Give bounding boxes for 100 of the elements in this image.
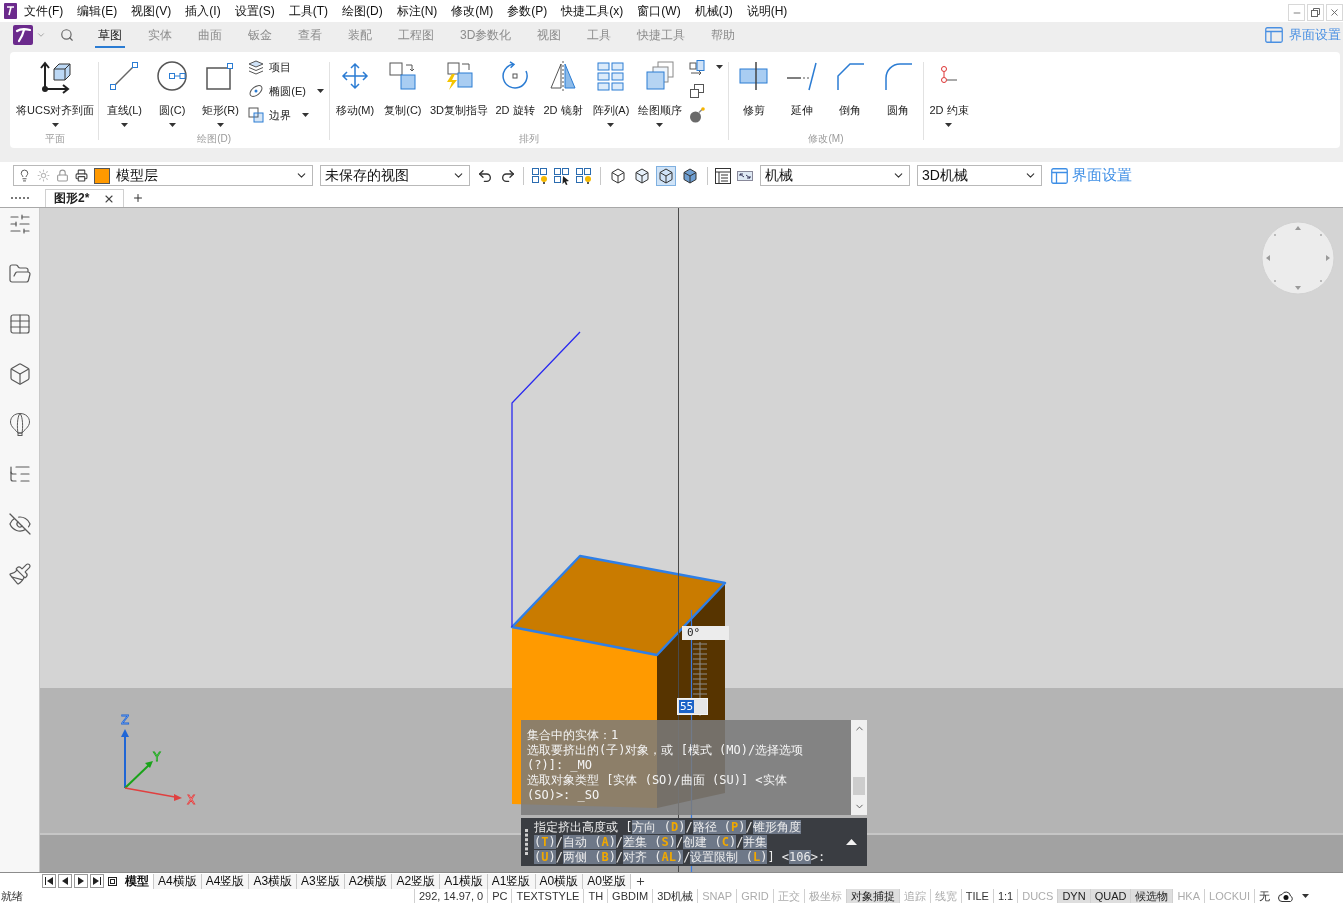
status-item[interactable]: GBDIM — [607, 889, 653, 903]
menu-item[interactable]: 修改(M) — [446, 0, 499, 22]
layout-tab[interactable]: A3横版 — [249, 873, 298, 889]
balloon-icon[interactable] — [8, 412, 31, 436]
paintbrush-icon[interactable] — [7, 562, 32, 586]
menu-item[interactable]: 绘图(D) — [337, 0, 388, 22]
status-item[interactable]: 1:1 — [992, 889, 1018, 903]
ribbon-button[interactable]: 修剪 — [731, 55, 776, 131]
table-icon[interactable] — [7, 312, 32, 336]
ribbon-button[interactable]: 边界 — [246, 103, 326, 127]
triangle-up-icon[interactable] — [846, 839, 857, 845]
command-option-link[interactable]: 设置限制 (L) — [690, 849, 768, 864]
ribbon-button[interactable]: 3D复制指导 — [428, 55, 489, 131]
layout-tab[interactable]: A1竖版 — [487, 873, 536, 889]
eye-off-icon[interactable] — [7, 512, 32, 536]
interface-settings-link[interactable]: 界面设置 — [1051, 166, 1132, 185]
menu-item[interactable]: 参数(P) — [502, 0, 553, 22]
command-option-link[interactable]: 两侧 (B) — [562, 849, 616, 864]
menu-item[interactable]: 机械(J) — [689, 0, 738, 22]
command-option-link[interactable]: (U) — [534, 849, 556, 864]
redo-icon[interactable] — [500, 167, 516, 184]
menu-item[interactable]: 标注(N) — [391, 0, 443, 22]
command-option-link[interactable]: 创建 (C) — [683, 834, 737, 849]
caret-icon[interactable] — [1302, 894, 1309, 898]
ribbon-button[interactable]: 将UCS对齐到面 — [15, 55, 96, 131]
plus-icon[interactable] — [634, 875, 646, 887]
document-tab[interactable]: 图形2* — [45, 189, 125, 207]
ribbon-button[interactable]: 直线(L) — [102, 55, 147, 131]
ribbon-button[interactable]: 2D 镜射 — [540, 55, 585, 131]
plus-icon[interactable] — [132, 192, 145, 204]
menu-item[interactable]: 窗口(W) — [632, 0, 686, 22]
ribbon-button[interactable]: 2D 约束 — [926, 55, 971, 131]
close-button[interactable] — [1326, 4, 1343, 21]
layout-tab[interactable]: A4横版 — [154, 873, 202, 889]
scrollbar[interactable] — [851, 720, 867, 815]
status-item[interactable]: TH — [583, 889, 608, 903]
app-logo-icon[interactable] — [13, 25, 33, 45]
next-layout-button[interactable] — [74, 874, 88, 888]
ribbon-tab[interactable]: 草图 — [95, 22, 125, 48]
layout-tab[interactable]: A2竖版 — [392, 873, 441, 889]
layout-tab[interactable]: A0竖版 — [583, 873, 631, 889]
menu-item[interactable]: 插入(I) — [180, 0, 226, 22]
ribbon-button[interactable]: 圆角 — [875, 55, 920, 131]
status-item[interactable]: PC — [487, 889, 512, 903]
first-layout-button[interactable] — [42, 874, 56, 888]
status-item[interactable]: 无 — [1254, 889, 1274, 903]
status-toggle[interactable]: 候选物 — [1130, 889, 1173, 903]
app-icon[interactable] — [4, 3, 17, 19]
undo-icon[interactable] — [477, 167, 493, 184]
search-icon[interactable] — [60, 28, 74, 42]
restore-button[interactable] — [1307, 4, 1324, 21]
status-toggle[interactable]: DYN — [1057, 889, 1090, 903]
ribbon-button[interactable]: 2D 旋转 — [492, 55, 537, 131]
command-option-link[interactable]: 方向 (D) — [632, 819, 686, 834]
command-option-link[interactable]: 差集 (S) — [623, 834, 676, 849]
window-list-icon[interactable] — [715, 167, 731, 184]
command-option-link[interactable]: 106 — [789, 849, 811, 864]
ribbon-button[interactable]: 复制(C) — [380, 55, 425, 131]
last-layout-button[interactable] — [90, 874, 104, 888]
status-item[interactable]: 3D机械 — [652, 889, 698, 903]
layout-tab[interactable]: A1横版 — [440, 873, 488, 889]
cube-icon[interactable] — [7, 362, 32, 386]
command-option-link[interactable]: (T) — [534, 834, 556, 849]
grid-cursor-icon[interactable] — [553, 166, 571, 185]
lock-icon[interactable] — [56, 169, 69, 182]
ribbon-button[interactable]: 椭圆(E) — [246, 79, 326, 103]
layout-tab[interactable]: 模型 — [121, 873, 154, 889]
layout-tab[interactable]: A2横版 — [344, 873, 393, 889]
printer-icon[interactable] — [75, 169, 88, 182]
bulb-icon[interactable] — [18, 169, 31, 182]
menu-item[interactable]: 说明(H) — [741, 0, 793, 22]
ribbon-button[interactable]: 移动(M) — [332, 55, 377, 131]
eye-icon[interactable] — [1278, 890, 1294, 902]
profile-dropdown[interactable]: 3D机械 — [917, 165, 1042, 186]
menu-item[interactable]: 视图(V) — [126, 0, 177, 22]
grid-bulb-icon[interactable] — [575, 166, 593, 185]
layout-tab[interactable]: A3竖版 — [297, 873, 345, 889]
command-option-link[interactable]: 锥形角度 — [752, 819, 801, 834]
layout-tab[interactable]: A4竖版 — [201, 873, 250, 889]
nested-squares-icon[interactable] — [108, 876, 117, 886]
menu-item[interactable]: 工具(T) — [283, 0, 333, 22]
grid-bulb-icon[interactable] — [531, 166, 549, 185]
menu-item[interactable]: 快捷工具(x) — [556, 0, 629, 22]
ribbon-button[interactable]: 圆(C) — [150, 55, 195, 131]
command-option-link[interactable]: 并集 — [743, 834, 768, 849]
status-item[interactable]: TILE — [960, 889, 993, 903]
status-item[interactable]: TEXTSTYLE — [511, 889, 584, 903]
ribbon-button[interactable]: 绘图顺序 — [636, 55, 683, 131]
command-option-link[interactable]: 对齐 (AL) — [623, 849, 684, 864]
command-option-link[interactable]: 路径 (P) — [692, 819, 746, 834]
status-toggle[interactable]: QUAD — [1089, 889, 1131, 903]
status-toggle[interactable]: 对象捕捉 — [845, 889, 899, 903]
dimension-input[interactable]: 55 — [677, 698, 708, 715]
layout-tab[interactable]: A0横版 — [535, 873, 584, 889]
workspace-dropdown[interactable]: 机械 — [760, 165, 910, 186]
folder-icon[interactable] — [7, 262, 32, 286]
ribbon-button[interactable]: 项目 — [246, 55, 326, 79]
ribbon-button[interactable]: 矩形(R) — [198, 55, 243, 131]
command-option-link[interactable]: 自动 (A) — [562, 834, 616, 849]
visual-style-button[interactable] — [656, 165, 676, 186]
